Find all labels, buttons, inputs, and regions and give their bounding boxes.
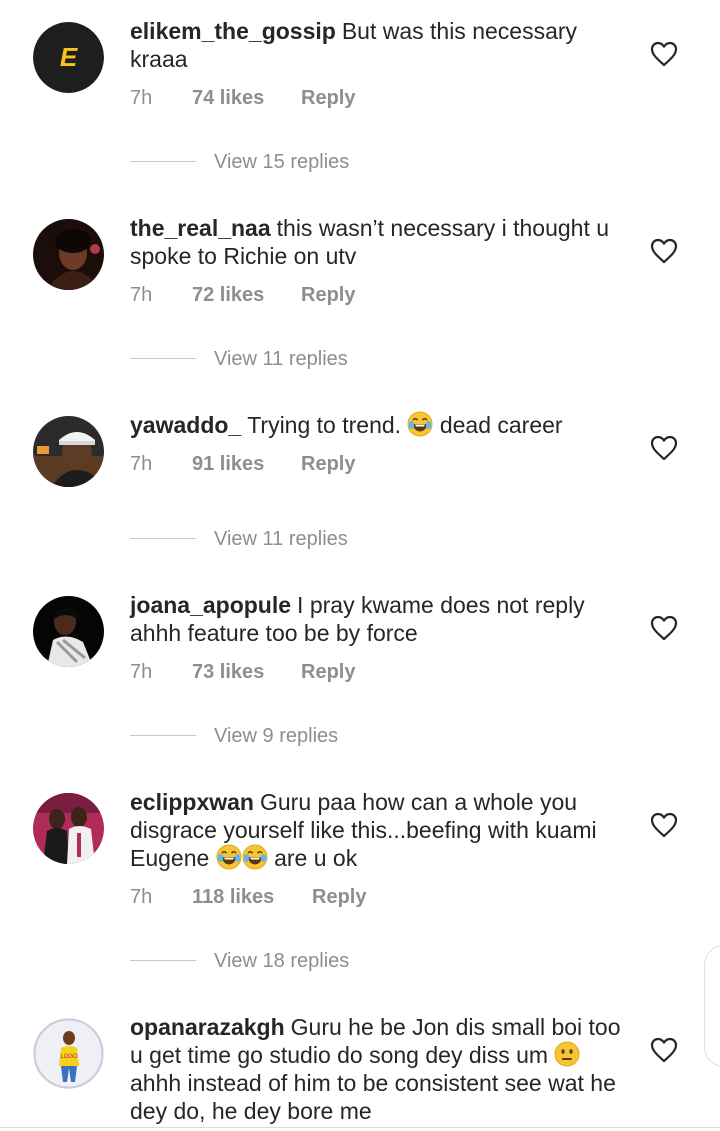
neutral-face-emoji <box>554 1041 580 1067</box>
username[interactable]: opanarazakgh <box>130 1014 285 1040</box>
comment-body-cont: ahhh instead of him to be consistent see… <box>130 1070 616 1124</box>
comment-text: elikem_the_gossip But was this necessary … <box>130 17 630 73</box>
reply-button[interactable]: Reply <box>312 883 366 911</box>
reply-button[interactable]: Reply <box>301 84 355 112</box>
view-replies-label: View 11 replies <box>214 528 348 550</box>
heart-outline-icon[interactable] <box>650 41 678 67</box>
username[interactable]: joana_apopule <box>130 592 291 618</box>
heart-outline-icon[interactable] <box>650 435 678 461</box>
likes-count[interactable]: 72 likes <box>192 281 264 309</box>
timestamp: 7h <box>130 661 153 683</box>
avatar[interactable] <box>33 793 104 864</box>
avatar[interactable]: E <box>33 22 104 93</box>
avatar[interactable] <box>33 596 104 667</box>
view-replies-label: View 11 replies <box>214 348 348 370</box>
timestamp: 7h <box>130 87 153 109</box>
svg-text:E: E <box>60 42 78 72</box>
heart-outline-icon[interactable] <box>650 615 678 641</box>
comment-body: Trying to trend. <box>247 412 402 438</box>
comment-body-cont: are u ok <box>274 845 358 871</box>
likes-count[interactable]: 74 likes <box>192 84 264 112</box>
avatar[interactable] <box>33 416 104 487</box>
divider-line <box>130 358 196 359</box>
likes-count[interactable]: 91 likes <box>192 450 264 478</box>
divider-line <box>130 735 196 736</box>
view-replies-button[interactable]: View 18 replies <box>130 947 390 975</box>
reply-button[interactable]: Reply <box>301 450 355 478</box>
comment-text: joana_apopule I pray kwame does not reply… <box>130 591 630 647</box>
avatar[interactable]: LOGO <box>33 1018 104 1089</box>
tears-of-joy-emoji <box>407 411 433 437</box>
comment-text: yawaddo_ Trying to trend. dead career <box>130 411 630 439</box>
view-replies-label: View 9 replies <box>214 725 339 747</box>
comment-text: the_real_naa this wasn’t necessary i thou… <box>130 214 630 270</box>
tears-of-joy-emoji <box>242 844 268 870</box>
view-replies-label: View 15 replies <box>214 151 350 173</box>
username[interactable]: eclippxwan <box>130 789 254 815</box>
tears-of-joy-emoji <box>216 844 242 870</box>
view-replies-label: View 18 replies <box>214 950 350 972</box>
username[interactable]: elikem_the_gossip <box>130 18 336 44</box>
timestamp: 7h <box>130 886 153 908</box>
comment-text: opanarazakgh Guru he be Jon dis small boi… <box>130 1013 630 1125</box>
comment-body-cont: dead career <box>439 412 563 438</box>
comment-text: eclippxwan Guru paa how can a whole you d… <box>130 788 630 872</box>
avatar[interactable] <box>33 219 104 290</box>
reply-button[interactable]: Reply <box>301 658 355 686</box>
username[interactable]: the_real_naa <box>130 215 271 241</box>
svg-text:LOGO: LOGO <box>60 1054 78 1060</box>
view-replies-button[interactable]: View 9 replies <box>130 722 390 750</box>
likes-count[interactable]: 73 likes <box>192 658 264 686</box>
heart-outline-icon[interactable] <box>650 238 678 264</box>
view-replies-button[interactable]: View 11 replies <box>130 345 390 373</box>
heart-outline-icon[interactable] <box>650 1037 678 1063</box>
username[interactable]: yawaddo_ <box>130 412 241 438</box>
scroll-edge-handle <box>704 945 720 1067</box>
divider-line <box>130 960 196 961</box>
divider-line <box>130 161 196 162</box>
likes-count[interactable]: 118 likes <box>192 883 274 911</box>
heart-outline-icon[interactable] <box>650 812 678 838</box>
timestamp: 7h <box>130 453 153 475</box>
view-replies-button[interactable]: View 15 replies <box>130 148 390 176</box>
view-replies-button[interactable]: View 11 replies <box>130 525 390 553</box>
reply-button[interactable]: Reply <box>301 281 355 309</box>
timestamp: 7h <box>130 284 153 306</box>
bottom-divider <box>0 1127 720 1128</box>
divider-line <box>130 538 196 539</box>
